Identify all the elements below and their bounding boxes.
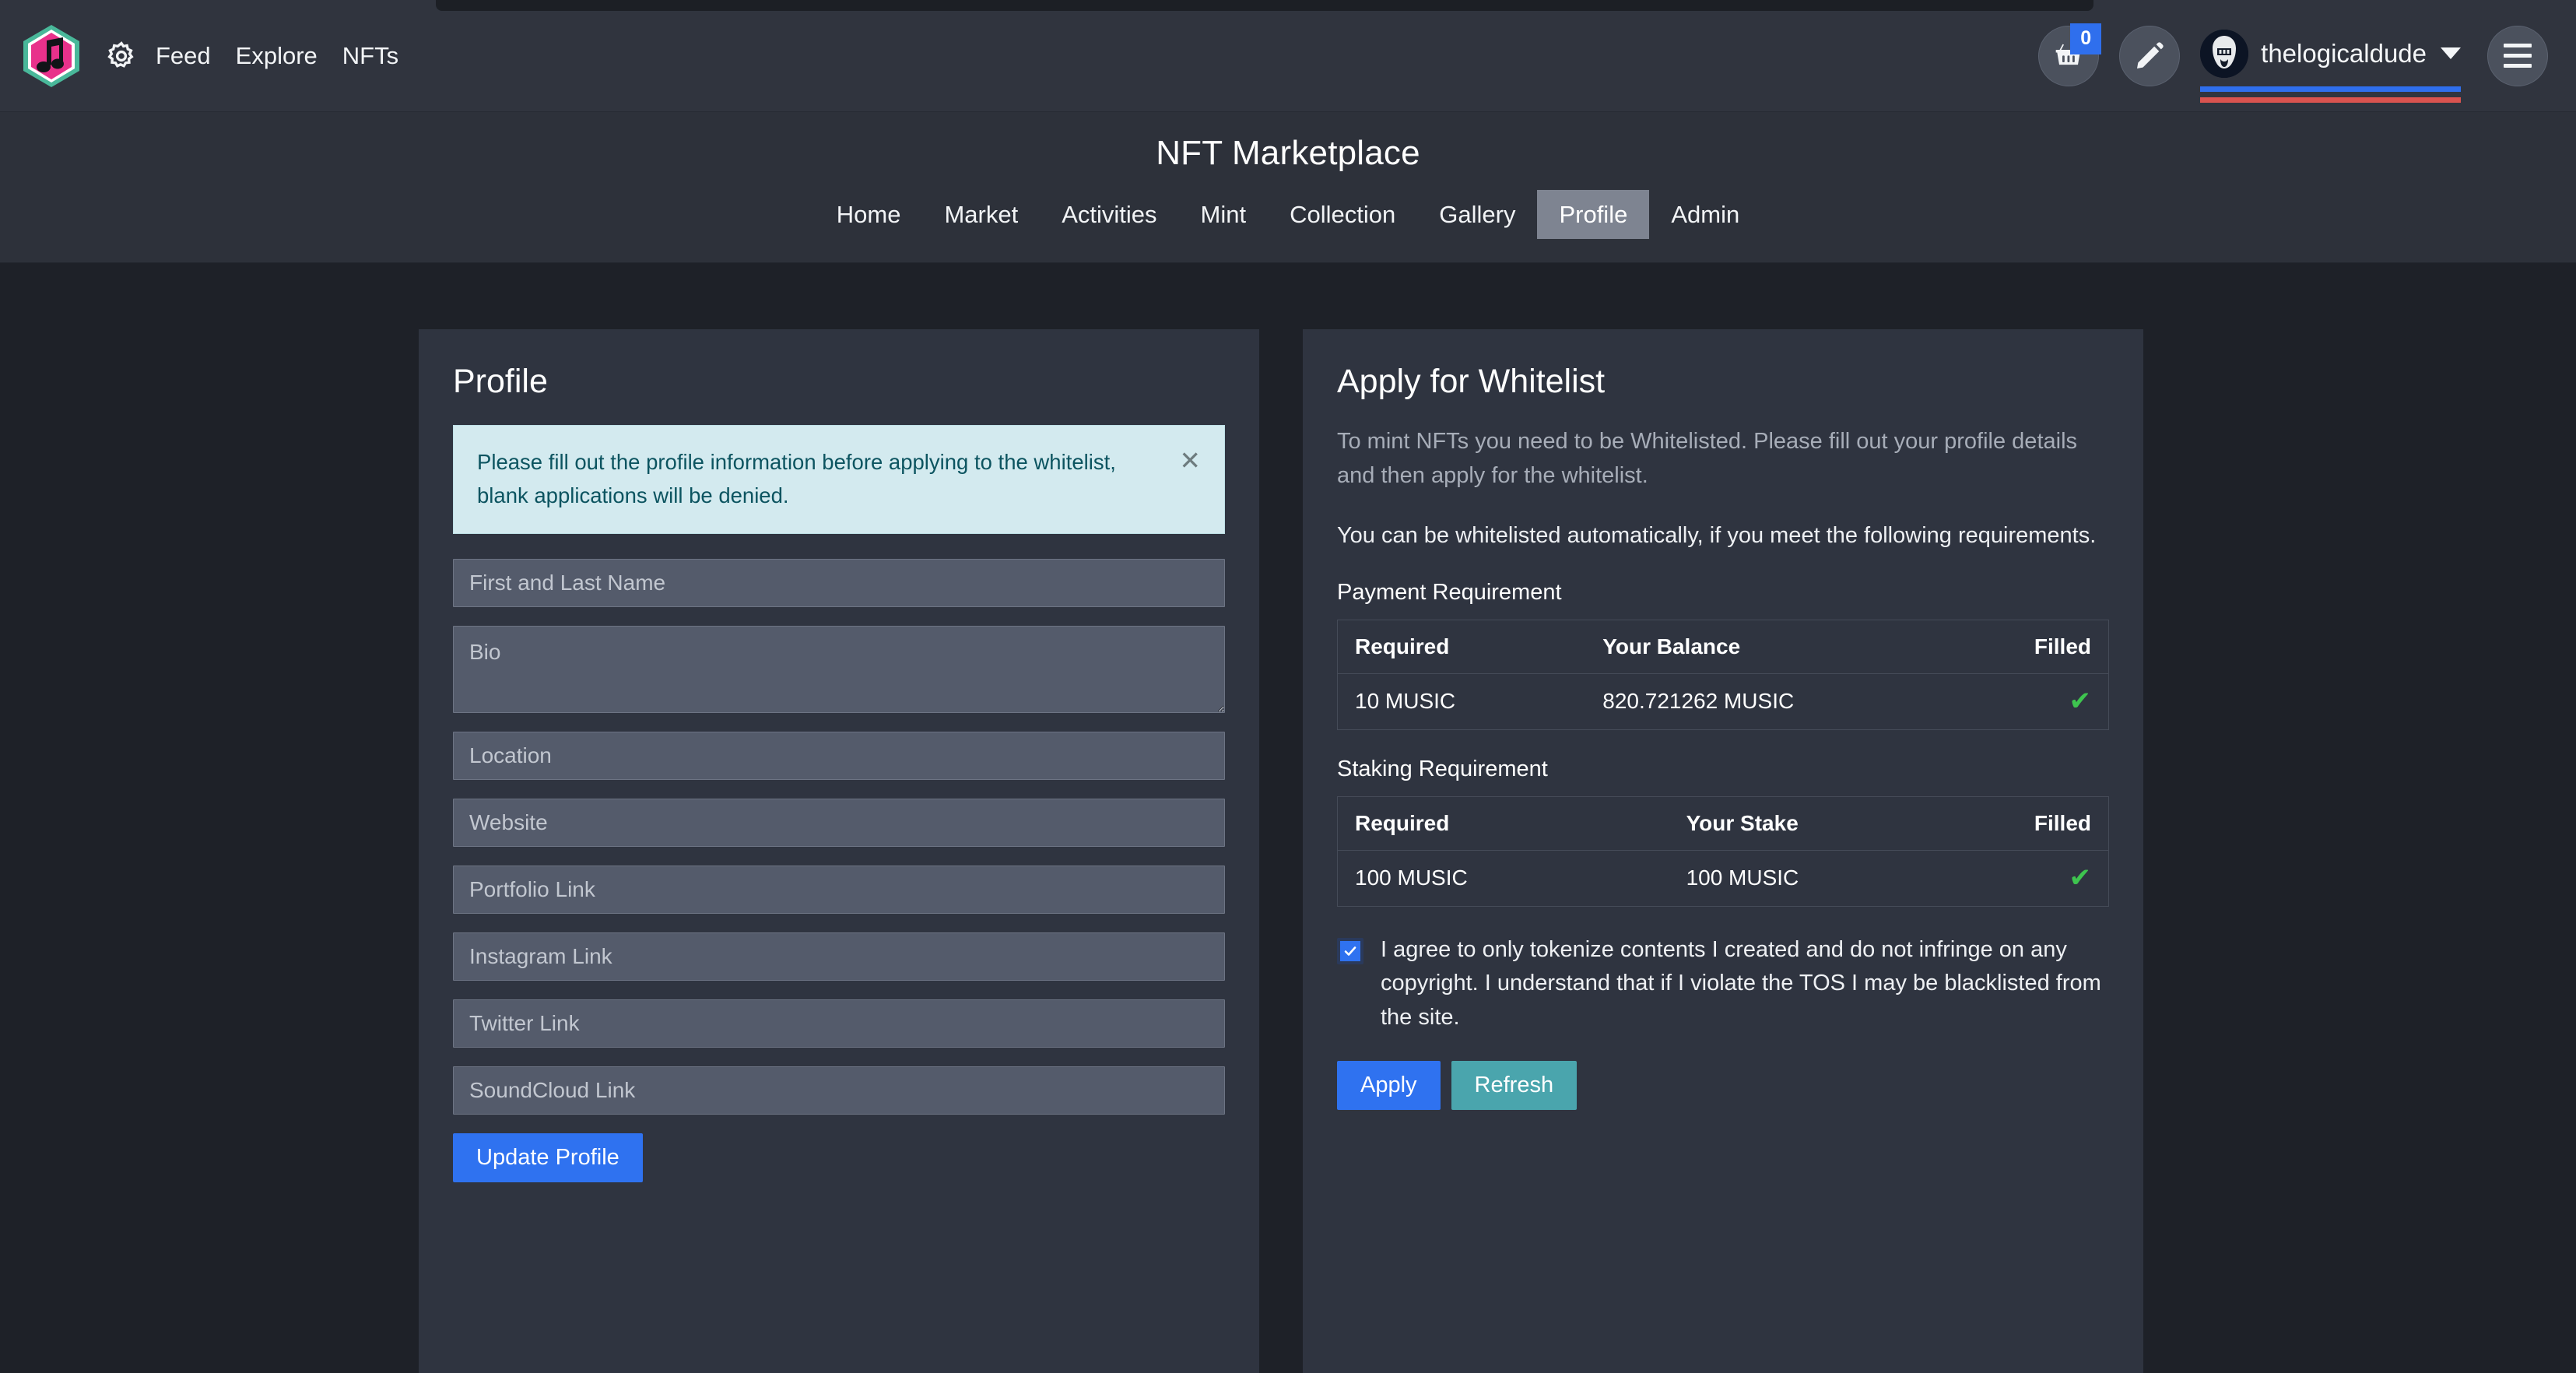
agreement-label: I agree to only tokenize contents I crea…: [1381, 936, 2101, 1030]
window-notch: [436, 0, 2093, 11]
td-payment-filled: ✔: [1999, 673, 2109, 730]
agreement-checkbox[interactable]: [1337, 937, 1363, 964]
user-status-bars: [2200, 86, 2461, 103]
page-title: NFT Marketplace: [1156, 134, 1420, 172]
window-top-strip: [0, 0, 2576, 11]
global-nav: Feed Explore NFTs: [156, 44, 398, 68]
tab-market[interactable]: Market: [922, 190, 1040, 239]
table-header-row: Required Your Balance Filled: [1337, 620, 2109, 674]
global-topbar: Feed Explore NFTs 0 thelogicaldude: [0, 0, 2576, 112]
tab-collection[interactable]: Collection: [1268, 190, 1417, 239]
tab-gallery[interactable]: Gallery: [1417, 190, 1537, 239]
music-note-hexagon-logo[interactable]: [19, 23, 84, 89]
th-staking-stake: Your Stake: [1669, 796, 2000, 851]
bio-textarea[interactable]: [453, 625, 1225, 713]
avatar: [2200, 29, 2249, 78]
whitelist-card-title: Apply for Whitelist: [1337, 363, 1606, 400]
close-icon[interactable]: ✕: [1179, 448, 1201, 473]
username-label: thelogicaldude: [2261, 38, 2427, 68]
site-subheader: NFT Marketplace Home Market Activities M…: [0, 112, 2576, 263]
table-row: 10 MUSIC 820.721262 MUSIC ✔: [1337, 673, 2109, 730]
agreement-row: I agree to only tokenize contents I crea…: [1337, 933, 2109, 1035]
tab-profile[interactable]: Profile: [1537, 190, 1650, 239]
soundcloud-link-input[interactable]: [453, 1066, 1225, 1115]
profile-card: Profile Please fill out the profile info…: [419, 329, 1259, 1373]
payment-requirement-label: Payment Requirement: [1337, 579, 1562, 605]
th-payment-required: Required: [1337, 620, 1586, 674]
user-menu[interactable]: thelogicaldude: [2200, 29, 2461, 103]
nav-item-explore[interactable]: Explore: [236, 44, 318, 68]
main-content: Profile Please fill out the profile info…: [0, 263, 2576, 1373]
topbar-actions: 0 thelogicaldude: [2038, 23, 2548, 103]
status-bar-blue: [2200, 86, 2461, 92]
cart-button[interactable]: 0: [2038, 23, 2102, 86]
chevron-down-icon[interactable]: [2441, 47, 2461, 59]
name-input[interactable]: [453, 558, 1225, 607]
update-profile-row: Update Profile: [453, 1132, 1225, 1182]
gear-icon[interactable]: [104, 39, 139, 73]
refresh-button[interactable]: Refresh: [1451, 1061, 1578, 1111]
td-payment-balance: 820.721262 MUSIC: [1585, 673, 2000, 730]
twitter-link-input[interactable]: [453, 999, 1225, 1048]
location-input[interactable]: [453, 731, 1225, 780]
pencil-icon[interactable]: [2119, 25, 2181, 86]
update-profile-button[interactable]: Update Profile: [453, 1132, 643, 1182]
payment-requirement-table: Required Your Balance Filled 10 MUSIC 82…: [1337, 619, 2109, 730]
cart-count-badge: 0: [2070, 23, 2102, 54]
whitelist-actions: Apply Refresh: [1337, 1061, 2109, 1111]
profile-card-title: Profile: [453, 363, 548, 400]
td-staking-stake: 100 MUSIC: [1669, 850, 2000, 907]
th-staking-filled: Filled: [1999, 796, 2109, 851]
tab-activities[interactable]: Activities: [1040, 190, 1178, 239]
apply-button[interactable]: Apply: [1337, 1061, 1441, 1111]
nav-item-feed[interactable]: Feed: [156, 44, 211, 68]
whitelist-intro-text: To mint NFTs you need to be Whitelisted.…: [1337, 429, 2078, 488]
th-payment-filled: Filled: [1999, 620, 2109, 674]
staking-requirement-label: Staking Requirement: [1337, 756, 1548, 781]
whitelist-requirements-intro: You can be whitelisted automatically, if…: [1337, 523, 2097, 549]
check-icon: ✔: [2069, 686, 2092, 716]
table-row: 100 MUSIC 100 MUSIC ✔: [1337, 850, 2109, 907]
check-icon: ✔: [2069, 862, 2092, 893]
td-staking-required: 100 MUSIC: [1337, 850, 1669, 907]
instagram-link-input[interactable]: [453, 932, 1225, 981]
th-payment-balance: Your Balance: [1585, 620, 2000, 674]
status-bar-red: [2200, 97, 2461, 103]
table-header-row: Required Your Stake Filled: [1337, 796, 2109, 851]
website-input[interactable]: [453, 798, 1225, 847]
tab-mint[interactable]: Mint: [1179, 190, 1269, 239]
tab-home[interactable]: Home: [815, 190, 923, 239]
hamburger-menu-icon[interactable]: [2487, 25, 2548, 86]
nav-item-nfts[interactable]: NFTs: [342, 44, 398, 68]
th-staking-required: Required: [1337, 796, 1669, 851]
portfolio-link-input[interactable]: [453, 865, 1225, 914]
td-staking-filled: ✔: [1999, 850, 2109, 907]
whitelist-card: Apply for Whitelist To mint NFTs you nee…: [1303, 329, 2143, 1373]
alert-message: Please fill out the profile information …: [477, 450, 1116, 507]
page-tabs: Home Market Activities Mint Collection G…: [0, 190, 2576, 239]
staking-requirement-table: Required Your Stake Filled 100 MUSIC 100…: [1337, 795, 2109, 907]
td-payment-required: 10 MUSIC: [1337, 673, 1586, 730]
tab-admin[interactable]: Admin: [1649, 190, 1761, 239]
profile-info-alert: Please fill out the profile information …: [453, 425, 1225, 534]
